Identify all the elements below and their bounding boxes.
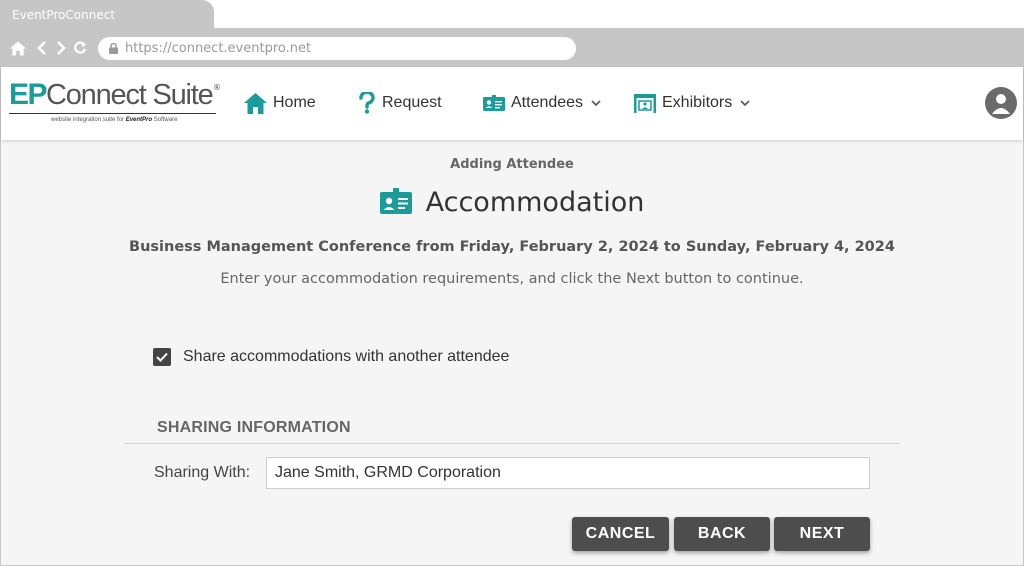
booth-icon xyxy=(634,93,656,113)
epconnect-suite-logo[interactable]: EP Connect Suite ® website integration s… xyxy=(9,78,221,131)
nav-request[interactable]: Request xyxy=(358,90,442,116)
share-accommodations-checkbox[interactable] xyxy=(153,348,171,366)
app-window: EP Connect Suite ® website integration s… xyxy=(1,67,1023,565)
back-arrow-icon[interactable] xyxy=(34,40,50,56)
browser-tab-strip: EventProConnect xyxy=(0,0,1024,29)
nav-attendees[interactable]: Attendees xyxy=(483,90,601,116)
browser-tab-title: EventProConnect xyxy=(12,8,116,22)
back-button[interactable]: BACK xyxy=(674,517,770,551)
app-header: EP Connect Suite ® website integration s… xyxy=(1,67,1023,140)
lock-icon xyxy=(109,42,118,58)
logo-ep-text: EP xyxy=(9,78,48,111)
page-title: Accommodation xyxy=(425,187,645,218)
logo-tagline-suffix: Software xyxy=(153,117,178,123)
nav-home-label: Home xyxy=(273,94,316,111)
logo-tagline-prefix: website integration suite for xyxy=(51,117,125,123)
checkmark-icon xyxy=(156,352,168,362)
instructions-text: Enter your accommodation requirements, a… xyxy=(220,271,804,287)
nav-home[interactable]: Home xyxy=(244,90,316,116)
forward-arrow-icon[interactable] xyxy=(53,40,69,56)
browser-tab[interactable]: EventProConnect xyxy=(0,0,214,29)
address-bar[interactable]: https://connect.eventpro.net xyxy=(98,37,576,60)
user-avatar[interactable] xyxy=(985,87,1017,119)
logo-tagline: website integration suite for EventPro S… xyxy=(51,117,177,123)
id-badge-icon xyxy=(379,187,412,218)
section-divider xyxy=(124,443,900,444)
home-icon[interactable] xyxy=(10,40,26,56)
logo-registered-mark: ® xyxy=(213,83,221,92)
reload-icon[interactable] xyxy=(72,40,88,56)
home-icon xyxy=(244,92,267,114)
chevron-down-icon xyxy=(591,99,601,107)
event-date-line: Business Management Conference from Frid… xyxy=(129,239,895,255)
nav-request-label: Request xyxy=(382,94,442,111)
sharing-with-label: Sharing With: xyxy=(154,464,251,481)
share-accommodations-checkbox-row[interactable]: Share accommodations with another attend… xyxy=(153,348,509,366)
page-title-row: Accommodation xyxy=(1,187,1023,218)
user-icon xyxy=(992,94,1010,114)
page-eyebrow: Adding Attendee xyxy=(450,157,574,172)
cancel-button[interactable]: CANCEL xyxy=(572,517,669,551)
sharing-with-input[interactable] xyxy=(266,457,870,489)
nav-exhibitors-label: Exhibitors xyxy=(662,94,733,111)
logo-rule xyxy=(9,113,216,114)
chevron-down-icon xyxy=(740,99,750,107)
next-button[interactable]: NEXT xyxy=(774,517,870,551)
browser-toolbar: https://connect.eventpro.net xyxy=(0,28,1024,67)
nav-exhibitors[interactable]: Exhibitors xyxy=(634,90,750,116)
nav-attendees-label: Attendees xyxy=(511,94,584,111)
question-icon xyxy=(358,92,376,114)
logo-connect-suite-text: Connect Suite xyxy=(46,79,214,111)
share-accommodations-label: Share accommodations with another attend… xyxy=(183,348,510,365)
logo-tagline-brand: EventPro xyxy=(125,117,153,123)
sharing-information-heading: SHARING INFORMATION xyxy=(157,419,351,436)
id-badge-icon xyxy=(483,95,505,111)
address-url: https://connect.eventpro.net xyxy=(125,41,312,56)
